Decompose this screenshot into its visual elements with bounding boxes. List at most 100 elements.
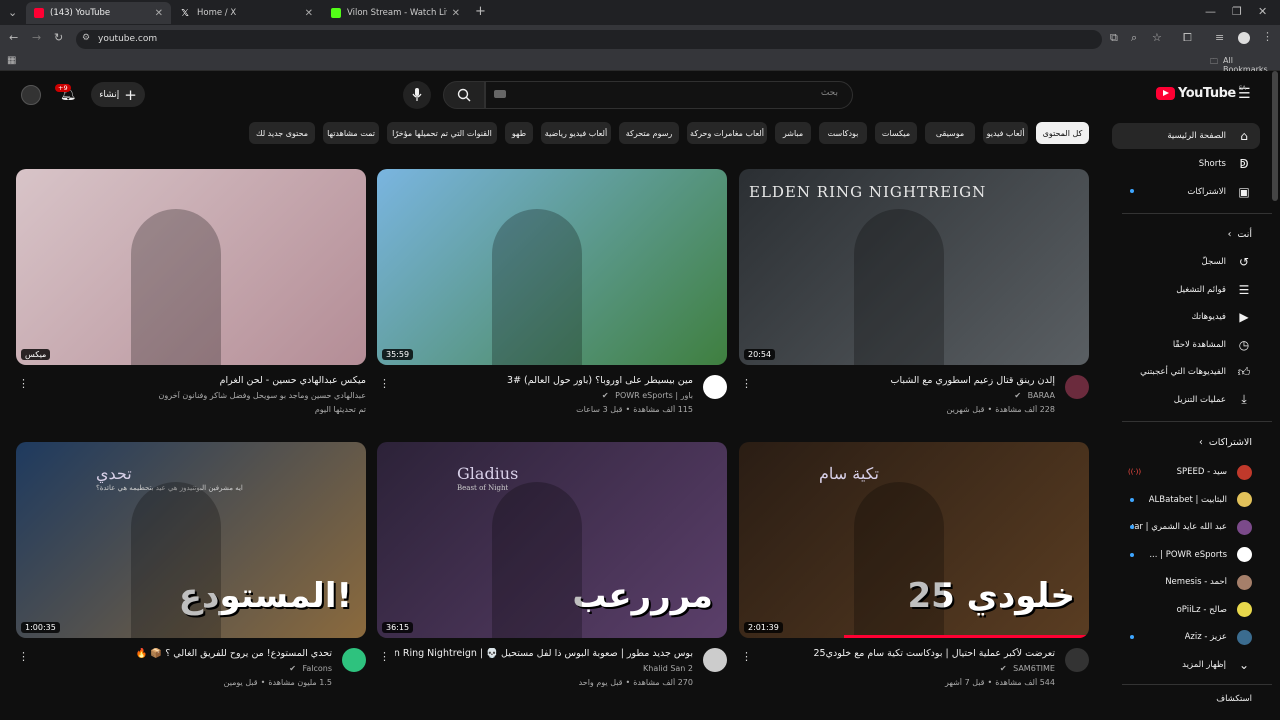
video-channel-name[interactable]: عبدالهادي حسين وماجد بو سويحل وفضل شاكر … xyxy=(34,391,366,400)
new-tab-button[interactable]: + xyxy=(475,4,486,19)
close-tab-icon[interactable]: ✕ xyxy=(305,8,313,19)
video-thumbnail[interactable]: مرررعب Gladius Beast of Night 36:15 xyxy=(377,442,727,638)
video-channel-name[interactable]: BARAA ✔ xyxy=(757,391,1055,400)
video-channel-name[interactable]: SAM6TIME ✔ xyxy=(757,664,1055,673)
search-button[interactable] xyxy=(443,81,485,109)
page-scrollbar[interactable] xyxy=(1272,71,1278,201)
video-card[interactable]: مرررعب Gladius Beast of Night 36:15 بوس جديد… xyxy=(377,442,727,702)
video-thumbnail[interactable]: 35:59 xyxy=(377,169,727,365)
reload-icon[interactable]: ↻ xyxy=(54,31,63,44)
video-card[interactable]: المستودع! تحدي ايه مشرفين البوتنيدوز هي عي… xyxy=(16,442,366,702)
sidebar-subscription-4[interactable]: أحمد - Nemesis xyxy=(1112,569,1260,595)
chip-10[interactable]: القنوات التي تم تحميلها مؤخرًا xyxy=(387,122,497,144)
sidebar-item-history[interactable]: السجلّ ↺ xyxy=(1112,249,1260,275)
video-title[interactable]: إلدن رينق قتال زعيم اسطوري مع الشباب xyxy=(757,375,1055,386)
site-info-icon[interactable]: ⚙ xyxy=(82,33,90,43)
channel-avatar[interactable] xyxy=(703,375,727,399)
chip-2[interactable]: موسيقى xyxy=(925,122,975,144)
video-title[interactable]: ميكس عبدالهادي حسين - لحن الغرام xyxy=(34,375,366,386)
sidebar-you-heading[interactable]: ‹ أنت xyxy=(1228,229,1252,240)
video-title[interactable]: تعرضت لأكبر عملية احتيال | بودكاست تكية … xyxy=(757,648,1055,659)
video-menu-kebab-icon[interactable]: ⋮ xyxy=(18,650,29,663)
video-menu-kebab-icon[interactable]: ⋮ xyxy=(18,377,29,390)
video-menu-kebab-icon[interactable]: ⋮ xyxy=(741,377,752,390)
video-menu-kebab-icon[interactable]: ⋮ xyxy=(379,650,390,663)
sidebar-subscription-5[interactable]: صالح - oPiiLz xyxy=(1112,597,1260,623)
chip-6[interactable]: ألعاب مغامرات وحركة xyxy=(687,122,767,144)
search-input[interactable]: بحث xyxy=(485,81,853,109)
channel-avatar[interactable] xyxy=(703,648,727,672)
sidebar-item-liked[interactable]: الفيديوهات التي أعجبتني 👍︎ xyxy=(1112,359,1260,385)
cast-icon[interactable]: ⧉ xyxy=(1110,31,1118,45)
bookmark-star-icon[interactable]: ☆ xyxy=(1152,31,1162,44)
sidebar-item-home[interactable]: الصفحة الرئيسية ⌂ xyxy=(1112,123,1260,149)
sidebar-subscription-6[interactable]: عزيز - Aziz xyxy=(1112,624,1260,650)
chip-8[interactable]: ألعاب فيديو رياضية xyxy=(541,122,611,144)
extensions-icon[interactable]: ⧠ xyxy=(1183,31,1192,45)
chip-1[interactable]: ألعاب فيديو xyxy=(983,122,1028,144)
sidebar-item-playlists[interactable]: قوائم التشغيل ☰ xyxy=(1112,277,1260,303)
video-menu-kebab-icon[interactable]: ⋮ xyxy=(379,377,390,390)
video-thumbnail[interactable]: خلودي 25 تكية سام 2:01:39 xyxy=(739,442,1089,638)
sidebar-subscription-1[interactable]: البثابيت | ALBatabet xyxy=(1112,487,1260,513)
menu-kebab-icon[interactable]: ⋮ xyxy=(1262,30,1273,43)
video-card[interactable]: ميكس ميكس عبدالهادي حسين - لحن الغرام عبدا… xyxy=(16,169,366,429)
tab-x[interactable]: 𝕏 Home / X ✕ xyxy=(173,2,321,24)
close-tab-icon[interactable]: ✕ xyxy=(155,8,163,19)
chip-9[interactable]: طهو xyxy=(505,122,533,144)
video-menu-kebab-icon[interactable]: ⋮ xyxy=(741,650,752,663)
video-card[interactable]: 35:59 مين بيسيطر على اوروبا؟ (باور حول ال… xyxy=(377,169,727,429)
chip-7[interactable]: رسوم متحركة xyxy=(619,122,679,144)
sidebar-subscription-3[interactable]: POWR eSports | ... xyxy=(1112,542,1260,568)
tab-youtube[interactable]: (143) YouTube ✕ xyxy=(26,2,171,24)
sidebar-subscriptions-heading[interactable]: ‹ الاشتراكات xyxy=(1199,437,1252,448)
tab-kick[interactable]: Vilon Stream - Watch Live on K ✕ xyxy=(323,2,468,24)
video-title[interactable]: تحدي المستودع! من يروح للفريق الغالي ؟ 📦… xyxy=(34,648,332,659)
sidebar-item-download[interactable]: عمليات التنزيل ⤓ xyxy=(1112,387,1260,413)
chip-4[interactable]: بودكاست xyxy=(819,122,867,144)
profile-avatar[interactable] xyxy=(1238,32,1250,44)
back-icon[interactable]: ← xyxy=(9,31,18,44)
account-avatar[interactable] xyxy=(21,85,41,105)
voice-search-button[interactable] xyxy=(403,81,431,109)
close-tab-icon[interactable]: ✕ xyxy=(452,8,460,19)
verified-check-icon: ✔ xyxy=(999,664,1010,673)
video-card[interactable]: خلودي 25 تكية سام 2:01:39 تعرضت لأكبر عملية… xyxy=(739,442,1089,702)
channel-avatar[interactable] xyxy=(1065,375,1089,399)
channel-avatar[interactable] xyxy=(1065,648,1089,672)
chip-3[interactable]: ميكسات xyxy=(875,122,917,144)
chip-5[interactable]: مباشر xyxy=(775,122,811,144)
tab-search-icon[interactable]: ⌄ xyxy=(8,6,17,19)
show-more-button[interactable]: إظهار المزيد ⌄ xyxy=(1112,652,1260,678)
minimize-icon[interactable]: — xyxy=(1205,5,1216,18)
chip-12[interactable]: محتوى جديد لك xyxy=(249,122,315,144)
forward-icon[interactable]: → xyxy=(32,31,41,44)
address-bar-input[interactable]: ⚙ youtube.com xyxy=(76,30,1102,49)
video-thumbnail[interactable]: المستودع! تحدي ايه مشرفين البوتنيدوز هي عي… xyxy=(16,442,366,638)
chip-11[interactable]: تمت مشاهدتها xyxy=(323,122,379,144)
video-title[interactable]: مين بيسيطر على اوروبا؟ (باور حول العالم)… xyxy=(395,375,693,386)
create-button[interactable]: إنشاء + xyxy=(91,82,145,107)
sidebar-subscription-2[interactable]: عبد الله عايد الشمري | xBear xyxy=(1112,514,1260,540)
video-channel-name[interactable]: باور | POWR eSports ✔ xyxy=(395,391,693,400)
maximize-icon[interactable]: ❐ xyxy=(1232,5,1242,18)
tab-groups-icon[interactable]: ≡ xyxy=(1215,31,1224,44)
video-channel-name[interactable]: Falcons ✔ xyxy=(34,664,332,673)
sidebar-item-subscriptions[interactable]: الاشتراكات ▣ xyxy=(1112,179,1260,205)
video-channel-name[interactable]: Khalid San 2 xyxy=(395,664,693,673)
video-card[interactable]: ELDEN RING NIGHTREIGN 20:54 إلدن رينق قتال… xyxy=(739,169,1089,429)
video-thumbnail[interactable]: ELDEN RING NIGHTREIGN 20:54 xyxy=(739,169,1089,365)
sidebar-item-watch-later[interactable]: المشاهدة لاحقًا ◷ xyxy=(1112,332,1260,358)
video-thumbnail[interactable]: ميكس xyxy=(16,169,366,365)
sidebar-item-shorts[interactable]: Shorts ↁ xyxy=(1112,151,1260,177)
kick-favicon-icon xyxy=(331,8,341,18)
zoom-icon[interactable]: ⌕ xyxy=(1131,31,1137,45)
sidebar-item-your-videos[interactable]: فيديوهاتك ▶ xyxy=(1112,304,1260,330)
apps-grid-icon[interactable]: ▦ xyxy=(7,55,16,66)
chip-0[interactable]: كل المحتوى xyxy=(1036,122,1089,144)
close-window-icon[interactable]: ✕ xyxy=(1258,5,1267,18)
channel-avatar[interactable] xyxy=(342,648,366,672)
keyboard-icon[interactable] xyxy=(494,90,506,98)
youtube-logo[interactable]: YouTube SA xyxy=(1156,85,1246,101)
video-title[interactable]: بوس جديد مطور | صعوبة البوس ذا لفل مستحي… xyxy=(395,648,693,659)
